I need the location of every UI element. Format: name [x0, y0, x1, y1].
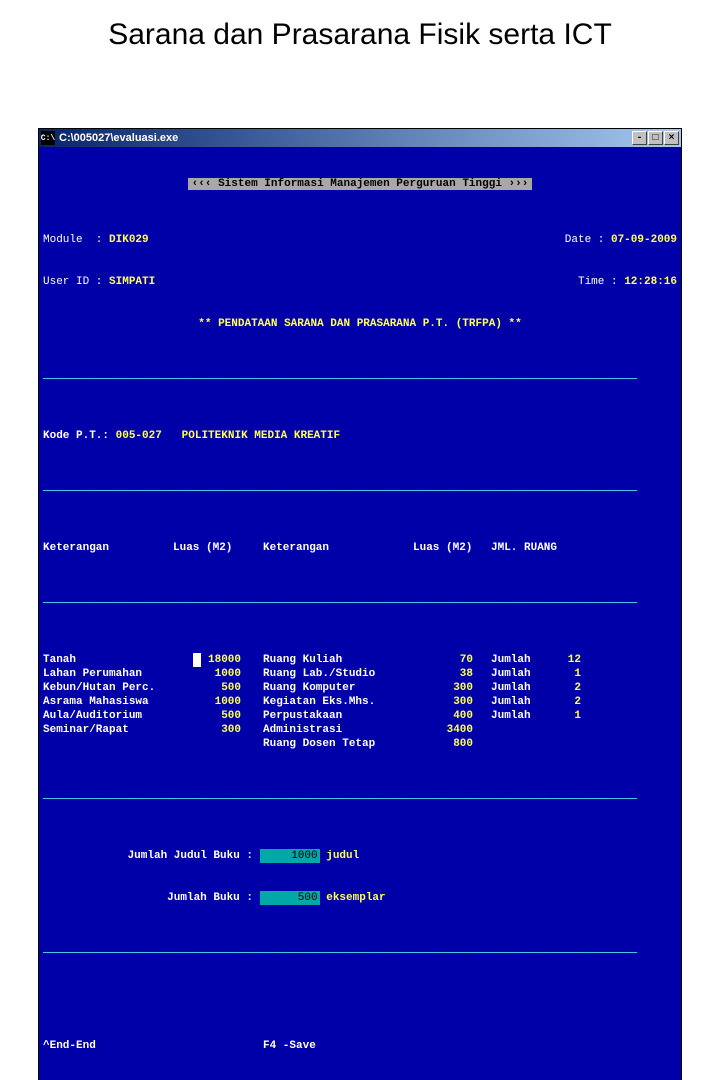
app-banner: ‹‹‹ Sistem Informasi Manajemen Perguruan…	[188, 178, 533, 190]
luas-input[interactable]: 300	[413, 695, 491, 709]
luas-input[interactable]: 70	[413, 653, 491, 667]
time-value: 12:28:16	[624, 275, 677, 289]
maximize-button[interactable]: □	[648, 131, 663, 145]
pt-name: POLITEKNIK MEDIA KREATIF	[182, 429, 340, 443]
table-cell: Ruang Komputer	[263, 681, 413, 695]
table-cell: Administrasi	[263, 723, 413, 737]
key-end: ^End-End	[43, 1039, 263, 1053]
table-cell	[43, 737, 173, 751]
jml-label: Jumlah	[491, 681, 551, 695]
col-keterangan2: Keterangan	[263, 541, 413, 555]
app-window: C:\ C:\005027\evaluasi.exe - □ × ‹‹‹ Sis…	[38, 128, 682, 1080]
luas-input[interactable]	[173, 737, 263, 751]
col-luas2: Luas (M2)	[413, 541, 491, 555]
table-cell: Seminar/Rapat	[43, 723, 173, 737]
luas-input[interactable]: 38	[413, 667, 491, 681]
key-f4-save: F4 -Save	[263, 1039, 453, 1053]
col-jml-ruang: JML. RUANG	[491, 541, 551, 555]
jml-label: Jumlah	[491, 667, 551, 681]
kode-pt-value: 005-027	[116, 429, 162, 443]
table-cell: Aula/Auditorium	[43, 709, 173, 723]
time-label: Time :	[578, 275, 618, 289]
kode-pt-label: Kode P.T.:	[43, 429, 109, 443]
divider: ────────────────────────────────────────…	[43, 373, 637, 387]
luas-input[interactable]: 400	[413, 709, 491, 723]
table-cell: Kebun/Hutan Perc.	[43, 681, 173, 695]
luas-input[interactable]: 18000	[173, 653, 263, 667]
judul-buku-input[interactable]: 1000	[260, 849, 320, 863]
close-button[interactable]: ×	[664, 131, 679, 145]
luas-input[interactable]: 300	[173, 723, 263, 737]
module-value: DIK029	[109, 233, 149, 247]
col-luas: Luas (M2)	[173, 541, 263, 555]
table-cell: Kegiatan Eks.Mhs.	[263, 695, 413, 709]
table-cell: Ruang Lab./Studio	[263, 667, 413, 681]
jml-label: Jumlah	[491, 653, 551, 667]
jml-input[interactable]: 2	[551, 681, 581, 695]
table-cell: Lahan Perumahan	[43, 667, 173, 681]
jumlah-buku-unit: eksemplar	[326, 891, 385, 905]
jumlah-buku-input[interactable]: 500	[260, 891, 320, 905]
jml-label	[491, 737, 551, 751]
module-label: Module :	[43, 233, 102, 247]
screen-subtitle: ** PENDATAAN SARANA DAN PRASARANA P.T. (…	[43, 317, 677, 331]
titlebar: C:\ C:\005027\evaluasi.exe - □ ×	[39, 129, 681, 147]
judul-buku-label: Jumlah Judul Buku :	[43, 849, 253, 863]
luas-input[interactable]: 3400	[413, 723, 491, 737]
cmd-icon: C:\	[41, 131, 55, 145]
jml-input[interactable]	[551, 737, 581, 751]
user-value: SIMPATI	[109, 275, 155, 289]
jml-label: Jumlah	[491, 695, 551, 709]
slide-title: Sarana dan Prasarana Fisik serta ICT	[0, 0, 720, 66]
divider: ────────────────────────────────────────…	[43, 485, 637, 499]
jml-input[interactable]	[551, 723, 581, 737]
jml-input[interactable]: 1	[551, 667, 581, 681]
table-cell: Ruang Kuliah	[263, 653, 413, 667]
table-cell: Ruang Dosen Tetap	[263, 737, 413, 751]
jumlah-buku-label: Jumlah Buku :	[43, 891, 253, 905]
terminal-screen: ‹‹‹ Sistem Informasi Manajemen Perguruan…	[39, 147, 681, 1080]
jml-input[interactable]: 1	[551, 709, 581, 723]
luas-input[interactable]: 1000	[173, 695, 263, 709]
date-label: Date :	[565, 233, 605, 247]
minimize-button[interactable]: -	[632, 131, 647, 145]
jml-label: Jumlah	[491, 709, 551, 723]
jml-label	[491, 723, 551, 737]
col-keterangan: Keterangan	[43, 541, 173, 555]
table-cell: Perpustakaan	[263, 709, 413, 723]
luas-input[interactable]: 800	[413, 737, 491, 751]
judul-buku-unit: judul	[326, 849, 359, 863]
user-label: User ID :	[43, 275, 102, 289]
divider: ────────────────────────────────────────…	[43, 793, 637, 807]
table-cell: Asrama Mahasiswa	[43, 695, 173, 709]
divider: ────────────────────────────────────────…	[43, 597, 637, 611]
jml-input[interactable]: 2	[551, 695, 581, 709]
luas-input[interactable]: 500	[173, 709, 263, 723]
luas-input[interactable]: 500	[173, 681, 263, 695]
date-value: 07-09-2009	[611, 233, 677, 247]
luas-input[interactable]: 300	[413, 681, 491, 695]
luas-input[interactable]: 1000	[173, 667, 263, 681]
window-title: C:\005027\evaluasi.exe	[59, 132, 178, 144]
divider: ────────────────────────────────────────…	[43, 947, 637, 961]
jml-input[interactable]: 12	[551, 653, 581, 667]
table-cell: Tanah	[43, 653, 173, 667]
